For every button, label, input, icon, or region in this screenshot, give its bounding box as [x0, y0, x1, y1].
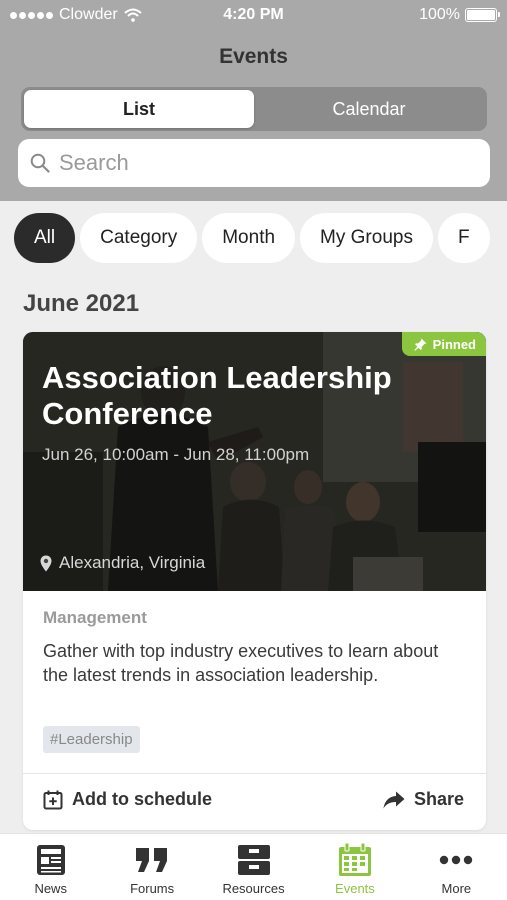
search-input[interactable] — [59, 150, 459, 176]
filter-all[interactable]: All — [14, 213, 76, 263]
location-label: Alexandria, Virginia — [59, 553, 206, 572]
tab-news-label: News — [34, 881, 67, 896]
tab-more[interactable]: More — [406, 834, 507, 900]
resources-icon — [237, 845, 270, 875]
card-divider — [23, 773, 486, 774]
calendar-tab[interactable]: Calendar — [254, 90, 484, 128]
event-date: Jun 26, 10:00am - Jun 28, 11:00pm — [42, 445, 310, 464]
event-card[interactable]: Pinned Association Leadership Conference… — [23, 332, 486, 830]
event-title[interactable]: Association Leadership Conference — [42, 360, 462, 432]
filter-more-partial[interactable]: F — [437, 213, 490, 263]
event-tag[interactable]: #Leadership — [43, 726, 140, 753]
pinned-label: Pinned — [432, 336, 476, 352]
battery-icon — [465, 8, 500, 22]
share-icon — [383, 791, 405, 808]
view-toggle: List Calendar — [21, 87, 487, 131]
tab-forums-label: Forums — [130, 881, 175, 896]
event-location: Alexandria, Virginia — [40, 553, 205, 573]
list-tab[interactable]: List — [24, 90, 254, 128]
tab-events-label: Events — [335, 881, 375, 896]
month-heading: June 2021 — [23, 290, 140, 317]
filter-my-groups[interactable]: My Groups — [300, 213, 433, 263]
battery-percent: 100% — [419, 6, 460, 23]
page-title: Events — [219, 45, 288, 68]
status-bar: Clowder 4:20 PM 100% — [0, 0, 507, 30]
tab-more-label: More — [441, 881, 472, 896]
forums-icon — [136, 848, 168, 872]
search-icon — [30, 153, 50, 173]
event-description: Gather with top industry executives to l… — [43, 641, 439, 685]
header-area: Clowder 4:20 PM 100% Events List Calenda… — [0, 0, 507, 201]
tab-forums[interactable]: Forums — [101, 834, 202, 900]
tab-resources[interactable]: Resources — [203, 834, 304, 900]
search-bar[interactable] — [18, 139, 490, 187]
calendar-add-icon — [43, 790, 63, 809]
location-pin-icon — [40, 555, 52, 571]
pinned-badge: Pinned — [401, 332, 486, 356]
event-hero-image: Pinned Association Leadership Conference… — [23, 332, 486, 591]
filter-category[interactable]: Category — [80, 213, 198, 263]
share-label: Share — [413, 789, 464, 809]
add-to-schedule-label: Add to schedule — [72, 789, 213, 809]
event-category: Management — [43, 608, 147, 627]
tab-news[interactable]: News — [0, 834, 101, 900]
tab-resources-label: Resources — [222, 881, 285, 896]
events-icon — [338, 843, 371, 876]
add-to-schedule-button[interactable]: Add to schedule — [43, 789, 212, 810]
tab-bar: News Forums Resources Events More — [0, 833, 507, 900]
pin-icon — [413, 338, 427, 351]
tab-events[interactable]: Events — [304, 834, 405, 900]
filter-month[interactable]: Month — [202, 213, 296, 263]
more-icon — [440, 855, 473, 865]
news-icon — [36, 845, 65, 875]
share-button[interactable]: Share — [383, 789, 464, 810]
filter-chips: All Category Month My Groups F — [14, 213, 507, 263]
